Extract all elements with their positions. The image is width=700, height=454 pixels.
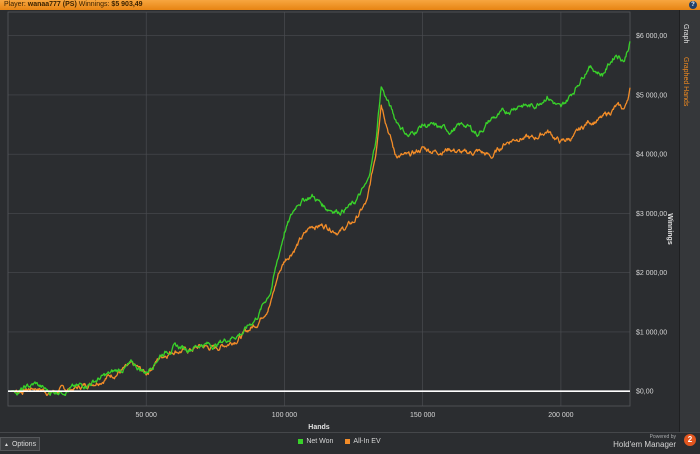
y-axis-label: Winnings xyxy=(666,213,673,245)
title-bar: Player: wanaa777 (PS) Winnings: $5 903,4… xyxy=(0,0,700,10)
side-tab-panel: Graph Graphed Hands xyxy=(679,10,700,432)
legend-label-all-in-ev: All-In EV xyxy=(353,438,381,445)
x-tick-label: 150 000 xyxy=(410,412,435,419)
legend-item-all-in-ev[interactable]: All-In EV xyxy=(345,438,381,445)
chart-legend: Net Won All-In EV xyxy=(0,438,679,445)
y-tick-label: $0,00 xyxy=(636,389,654,396)
y-tick-label: $4 000,00 xyxy=(636,152,667,159)
legend-label-net-won: Net Won xyxy=(306,438,334,445)
x-tick-label: 50 000 xyxy=(136,412,158,419)
player-name: wanaa777 (PS) xyxy=(27,1,77,8)
player-info: Player: wanaa777 (PS) Winnings: $5 903,4… xyxy=(4,0,143,10)
x-axis-label: Hands xyxy=(308,424,330,431)
winnings-chart: $0,00 $1 000,00 $2 000,00 $3 000,00 $4 000,0… xyxy=(0,10,679,432)
y-tick-label: $3 000,00 xyxy=(636,211,667,218)
y-tick-label: $2 000,00 xyxy=(636,270,667,277)
brand-name: Hold'em Manager xyxy=(613,440,676,449)
y-tick-label: $1 000,00 xyxy=(636,329,667,336)
tab-graph[interactable]: Graph xyxy=(682,24,689,43)
help-icon[interactable]: ? xyxy=(689,1,697,9)
x-tick-label: 200 000 xyxy=(548,412,573,419)
plot-background xyxy=(0,10,679,432)
brand-logo-icon: 2 xyxy=(684,434,696,446)
bottom-bar: ▲ Options Net Won All-In EV Powered by Ho… xyxy=(0,432,700,454)
winnings-label: Winnings: xyxy=(78,1,110,8)
legend-swatch-net-won xyxy=(298,438,304,444)
legend-swatch-all-in-ev xyxy=(345,438,351,444)
winnings-value: $5 903,49 xyxy=(111,1,143,8)
brand-block: Powered by Hold'em Manager xyxy=(613,434,676,450)
tab-graphed-hands[interactable]: Graphed Hands xyxy=(682,57,689,106)
y-tick-label: $6 000,00 xyxy=(636,33,667,40)
player-label: Player: xyxy=(4,1,26,8)
y-tick-label: $5 000,00 xyxy=(636,92,667,99)
legend-item-net-won[interactable]: Net Won xyxy=(298,438,333,445)
x-tick-label: 100 000 xyxy=(272,412,297,419)
